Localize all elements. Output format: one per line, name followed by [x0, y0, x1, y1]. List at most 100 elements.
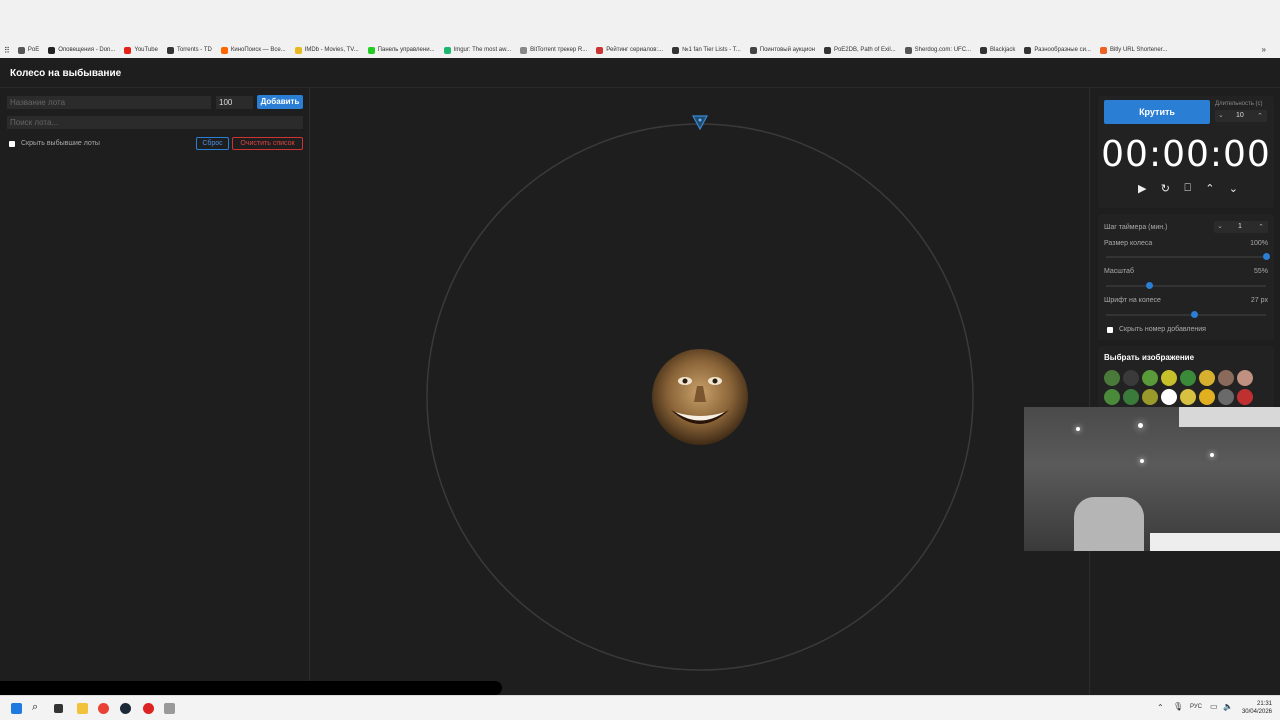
chevron-down-icon[interactable]: ⌄ [1217, 222, 1223, 230]
font-size-slider[interactable] [1106, 314, 1266, 316]
choose-image-label: Выбрать изображение [1104, 353, 1195, 362]
chevron-up-icon[interactable]: ⌃ [1258, 223, 1264, 231]
image-thumbnail[interactable] [1161, 389, 1177, 405]
wheel-size-slider-thumb[interactable] [1262, 253, 1270, 260]
bookmark-label: Разнообразные си... [1034, 47, 1091, 53]
bookmark-item[interactable]: Bitly URL Shortener... [1099, 46, 1167, 54]
add-lot-button[interactable]: Добавить [257, 95, 303, 109]
bookmark-item[interactable]: IMDb - Movies, TV... [294, 46, 359, 54]
bookmark-item[interactable]: Поинтовый аукцион [749, 46, 815, 54]
bookmark-item[interactable]: Рейтинг сериалов:... [596, 46, 664, 54]
chevron-up-icon[interactable]: ⌃ [1257, 112, 1263, 120]
bookmark-label: Оповещения - Don... [58, 47, 116, 53]
image-thumbnail[interactable] [1199, 389, 1215, 405]
bookmark-item[interactable]: Sherdog.com: UFC... [904, 46, 972, 54]
font-size-value: 27 px [1250, 297, 1268, 304]
wheel-svg [426, 115, 974, 671]
image-thumbnail[interactable] [1218, 370, 1234, 386]
wheel-size-value: 100% [1250, 240, 1268, 247]
bookmark-item[interactable]: Оповещения - Don... [48, 46, 116, 54]
microphone-icon[interactable]: 🎙 [1173, 702, 1183, 711]
bookmark-item[interactable]: №1 fan Tier Lists - T... [672, 46, 741, 54]
bookmark-favicon-icon [367, 46, 375, 54]
chevron-down-icon[interactable]: ⌄ [1229, 182, 1238, 196]
bookmark-icon[interactable]: ⎕ [1184, 182, 1191, 196]
bookmark-favicon-icon [596, 46, 604, 54]
bookmark-item[interactable]: Панель управлени... [367, 46, 435, 54]
apps-grid-icon[interactable]: ⠿ [4, 46, 10, 55]
app-icon[interactable] [143, 703, 154, 714]
duration-stepper[interactable]: ⌄ 10 ⌃ [1215, 110, 1267, 122]
file-explorer-icon[interactable] [77, 703, 88, 714]
chevron-down-icon[interactable]: ⌄ [1218, 111, 1224, 119]
image-thumbnail[interactable] [1123, 370, 1139, 386]
lot-amount-input[interactable] [216, 96, 253, 109]
language-indicator[interactable]: РУС [1190, 704, 1202, 710]
bookmark-item[interactable]: PoE2DB, Path of Exil... [823, 46, 896, 54]
image-thumbnail[interactable] [1142, 389, 1158, 405]
duration-value: 10 [1236, 112, 1244, 119]
hide-dropped-checkbox[interactable] [9, 141, 15, 147]
image-thumbnail[interactable] [1161, 370, 1177, 386]
bookmark-label: YouTube [134, 47, 158, 53]
task-view-icon[interactable] [54, 704, 63, 713]
clear-list-button[interactable]: Очистить список [232, 137, 303, 150]
bookmark-favicon-icon [1024, 46, 1032, 54]
bookmark-favicon-icon [166, 46, 174, 54]
hide-number-label: Скрыть номер добавления [1119, 326, 1206, 333]
scale-slider-thumb[interactable] [1145, 282, 1153, 289]
hide-number-checkbox[interactable] [1107, 327, 1113, 333]
image-thumbnail[interactable] [1237, 370, 1253, 386]
image-thumbnail[interactable] [1180, 389, 1196, 405]
image-thumbnail[interactable] [1142, 370, 1158, 386]
network-icon[interactable]: ▭ [1210, 702, 1218, 711]
image-thumbnail[interactable] [1218, 389, 1234, 405]
wheel-area [311, 88, 1088, 695]
reset-button[interactable]: Сброс [196, 137, 229, 150]
bookmark-label: IMDb - Movies, TV... [304, 47, 359, 53]
bookmark-item[interactable]: BitTorrent трекер R... [520, 46, 587, 54]
wheel-center-image [652, 349, 748, 445]
app-icon[interactable] [164, 703, 175, 714]
bookmark-label: Blackjack [990, 47, 1016, 53]
restart-icon[interactable]: ↻ [1161, 182, 1170, 196]
clock[interactable]: 21:31 30/04/2026 [1240, 700, 1272, 716]
bookmark-label: Imgur: The most aw... [453, 47, 512, 53]
bookmark-item[interactable]: Разнообразные си... [1024, 46, 1091, 54]
chevron-up-icon[interactable]: ⌃ [1157, 703, 1164, 712]
bookmark-label: Sherdog.com: UFC... [914, 47, 972, 53]
bookmark-label: Рейтинг сериалов:... [606, 47, 664, 53]
image-thumbnail[interactable] [1123, 389, 1139, 405]
chevron-up-icon[interactable]: ⌃ [1205, 182, 1214, 196]
wheel-size-slider[interactable] [1106, 256, 1266, 258]
image-thumbnail[interactable] [1180, 370, 1196, 386]
bookmark-favicon-icon [749, 46, 757, 54]
bookmarks-overflow-icon[interactable]: » [1262, 45, 1266, 54]
image-thumbnail[interactable] [1104, 389, 1120, 405]
play-icon[interactable]: ▶ [1138, 182, 1146, 196]
bookmark-item[interactable]: PoE [17, 46, 39, 54]
bookmark-item[interactable]: КиноПоиск — Все... [220, 46, 286, 54]
search-icon[interactable]: ⌕ [32, 701, 38, 714]
lot-name-input[interactable] [7, 96, 211, 109]
volume-icon[interactable]: 🔈 [1223, 702, 1233, 711]
bookmark-item[interactable]: Blackjack [980, 46, 1016, 54]
image-thumbnail[interactable] [1199, 370, 1215, 386]
image-thumbnail[interactable] [1104, 370, 1120, 386]
font-size-slider-thumb[interactable] [1190, 311, 1198, 318]
bookmark-item[interactable]: YouTube [124, 46, 158, 54]
chrome-icon[interactable] [98, 703, 109, 714]
app-header: Колесо на выбывание [0, 58, 1280, 88]
bookmark-item[interactable]: Imgur: The most aw... [443, 46, 512, 54]
lot-search-input[interactable] [7, 116, 303, 129]
image-thumbnail[interactable] [1237, 389, 1253, 405]
bookmark-favicon-icon [980, 46, 988, 54]
scale-slider[interactable] [1106, 285, 1266, 287]
timer-step-label: Шаг таймера (мин.) [1104, 224, 1168, 231]
clock-date: 30/04/2026 [1241, 709, 1272, 715]
windows-start-icon[interactable] [11, 703, 22, 714]
bookmark-item[interactable]: Torrents - TD [166, 46, 212, 54]
timer-step-stepper[interactable]: ⌄ 1 ⌃ [1214, 221, 1268, 233]
steam-icon[interactable] [120, 703, 131, 714]
spin-button[interactable]: Крутить [1104, 100, 1210, 124]
